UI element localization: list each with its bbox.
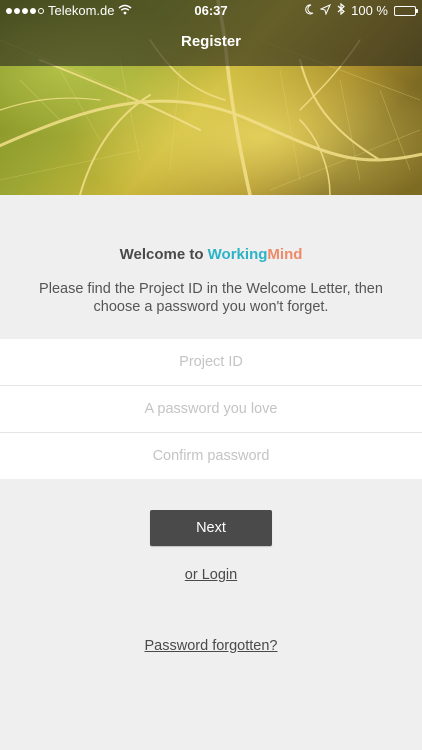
- moon-icon: [304, 3, 314, 18]
- registration-form: [0, 338, 422, 480]
- confirm-password-field-row: [0, 432, 422, 480]
- brand-name-mind: Mind: [267, 246, 303, 263]
- navigation-bar: Telekom.de 06:37 100 % Register: [0, 0, 422, 66]
- status-bar: Telekom.de 06:37 100 %: [0, 0, 422, 22]
- location-arrow-icon: [319, 3, 332, 18]
- password-input[interactable]: [0, 385, 422, 433]
- project-id-input[interactable]: [0, 338, 422, 386]
- brand-name-working: Working: [207, 246, 268, 263]
- page-title: Register: [180, 33, 242, 50]
- next-button[interactable]: Next: [150, 510, 272, 546]
- welcome-prefix: Welcome to: [119, 246, 208, 263]
- battery-percent-label: 100 %: [351, 3, 388, 18]
- instructions-text: Please find the Project ID in the Welcom…: [39, 281, 383, 315]
- bluetooth-icon: [337, 2, 346, 18]
- password-field-row: [0, 385, 422, 433]
- welcome-heading: Welcome to WorkingMind: [0, 246, 422, 263]
- confirm-password-input[interactable]: [0, 432, 422, 480]
- project-id-field-row: [0, 338, 422, 386]
- battery-icon: [394, 5, 418, 16]
- password-forgotten-link[interactable]: Password forgotten?: [0, 638, 422, 654]
- login-link[interactable]: or Login: [0, 567, 422, 583]
